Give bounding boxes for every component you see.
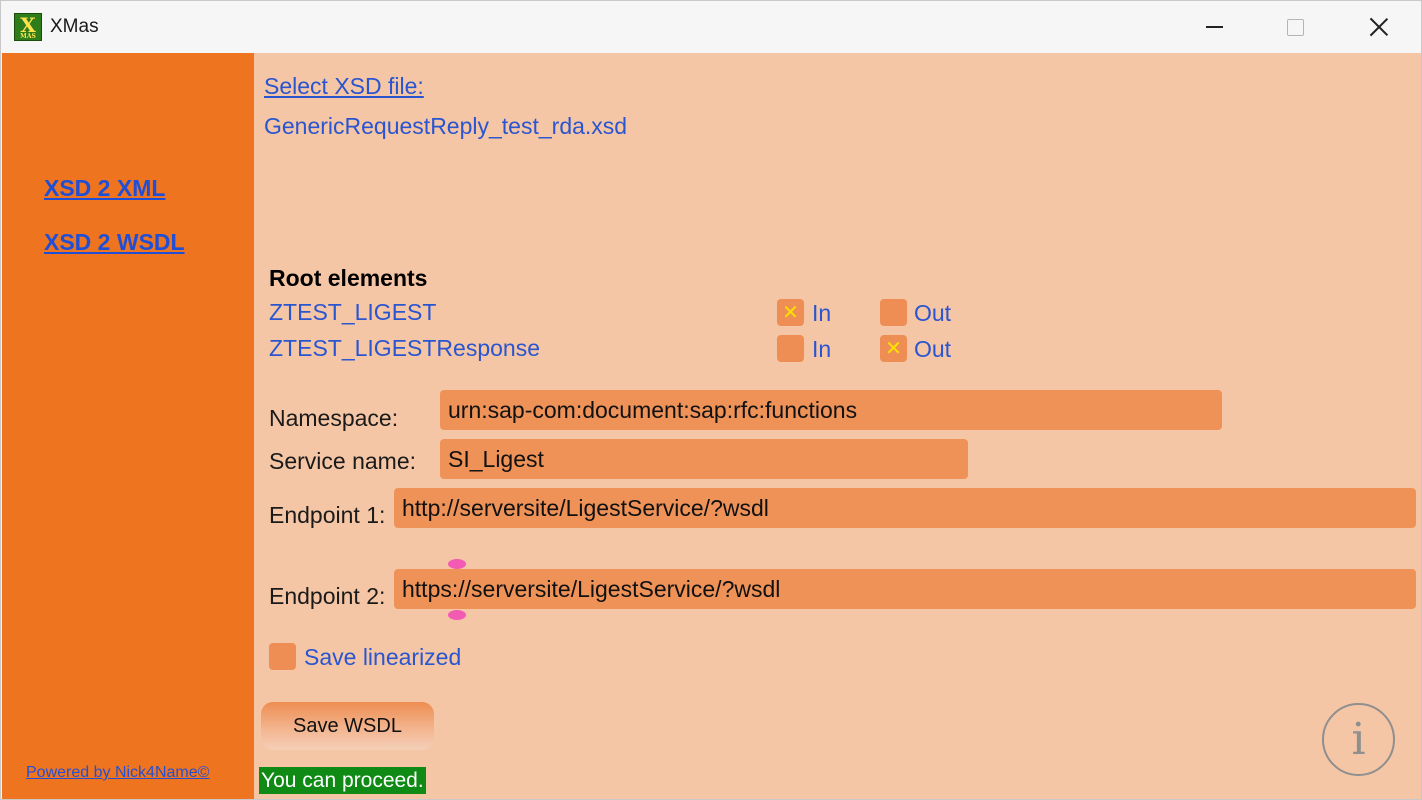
close-icon xyxy=(1369,17,1389,37)
namespace-input[interactable] xyxy=(440,390,1222,430)
save-linearized-checkbox[interactable]: ✕ xyxy=(269,643,296,670)
close-button[interactable] xyxy=(1337,1,1421,53)
endpoint-1-label: Endpoint 1: xyxy=(269,502,386,528)
app-window: X MAS XMas XSD 2 XML XSD 2 WSDL Powered … xyxy=(0,0,1422,800)
endpoint-2-label: Endpoint 2: xyxy=(269,583,386,609)
app-logo-caption: MAS xyxy=(20,33,36,40)
select-xsd-file-link[interactable]: Select XSD file: xyxy=(264,73,424,100)
main-panel: Select XSD file: GenericRequestReply_tes… xyxy=(254,53,1421,799)
root-element-2-out-checkbox[interactable]: ✕ xyxy=(880,335,907,362)
root-element-2-out-label: Out xyxy=(914,336,952,362)
service-name-input[interactable] xyxy=(440,439,968,479)
nav-link-xsd-2-xml[interactable]: XSD 2 XML xyxy=(44,175,165,202)
window-title: XMas xyxy=(50,16,99,37)
powered-by-link[interactable]: Powered by Nick4Name© xyxy=(26,764,209,782)
save-wsdl-button[interactable]: Save WSDL xyxy=(261,702,434,750)
app-logo-icon: X MAS xyxy=(14,13,42,41)
minimize-icon xyxy=(1205,26,1223,28)
text-caret-bottom-handle[interactable] xyxy=(448,610,466,620)
root-element-name: ZTEST_LIGESTResponse xyxy=(269,335,540,361)
root-element-2-in-checkbox[interactable]: ✕ xyxy=(777,335,804,362)
service-name-label: Service name: xyxy=(269,448,417,474)
maximize-icon xyxy=(1286,18,1304,36)
root-element-1-in-label: In xyxy=(812,300,832,326)
root-element-1-out-checkbox[interactable]: ✕ xyxy=(880,299,907,326)
save-linearized-label: Save linearized xyxy=(304,644,462,670)
info-icon[interactable]: i xyxy=(1322,703,1395,776)
minimize-button[interactable] xyxy=(1172,1,1256,53)
title-bar[interactable]: X MAS XMas xyxy=(1,1,1421,53)
maximize-button[interactable] xyxy=(1253,1,1337,53)
namespace-label: Namespace: xyxy=(269,405,399,431)
nav-link-xsd-2-wsdl[interactable]: XSD 2 WSDL xyxy=(44,229,185,256)
endpoint-1-input[interactable] xyxy=(394,488,1416,528)
endpoint-2-input[interactable] xyxy=(394,569,1416,609)
root-element-name: ZTEST_LIGEST xyxy=(269,299,437,325)
root-element-2-in-label: In xyxy=(812,336,832,362)
sidebar: XSD 2 XML XSD 2 WSDL Powered by Nick4Nam… xyxy=(2,53,254,799)
checkmark-icon: ✕ xyxy=(885,337,902,360)
status-message: You can proceed. xyxy=(259,767,426,794)
root-element-1-out-label: Out xyxy=(914,300,952,326)
selected-file-name: GenericRequestReply_test_rda.xsd xyxy=(264,113,628,139)
root-elements-heading: Root elements xyxy=(269,265,428,291)
checkmark-icon: ✕ xyxy=(782,301,799,324)
text-caret-top-handle[interactable] xyxy=(448,559,466,569)
root-element-1-in-checkbox[interactable]: ✕ xyxy=(777,299,804,326)
